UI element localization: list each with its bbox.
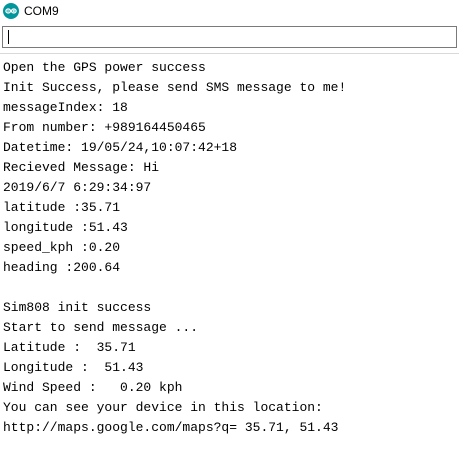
output-line: longitude :51.43 (3, 220, 128, 235)
output-line: messageIndex: 18 (3, 100, 128, 115)
output-line: Recieved Message: Hi (3, 160, 160, 175)
output-line: Open the GPS power success (3, 60, 206, 75)
output-line: http://maps.google.com/maps?q= 35.71, 51… (3, 420, 339, 435)
output-line: Start to send message ... (3, 320, 199, 335)
output-line: Wind Speed : 0.20 kph (3, 380, 183, 395)
output-line: From number: +989164450465 (3, 120, 206, 135)
output-line: Latitude : 35.71 (3, 340, 136, 355)
serial-monitor-window: COM9 Open the GPS power success Init Succ… (0, 0, 459, 459)
output-line (3, 278, 455, 298)
output-line: You can see your device in this location… (3, 400, 323, 415)
text-caret (8, 30, 9, 44)
output-line: Longitude : 51.43 (3, 360, 144, 375)
divider (0, 53, 459, 54)
serial-output: Open the GPS power success Init Success, … (3, 58, 455, 438)
output-line: Init Success, please send SMS message to… (3, 80, 347, 95)
arduino-logo-icon (3, 3, 19, 19)
serial-send-input[interactable] (2, 26, 457, 48)
output-line: heading :200.64 (3, 260, 121, 275)
output-line: speed_kph :0.20 (3, 240, 121, 255)
window-title: COM9 (24, 4, 59, 18)
output-line: latitude :35.71 (3, 200, 121, 215)
output-line: 2019/6/7 6:29:34:97 (3, 180, 152, 195)
title-bar: COM9 (0, 0, 459, 24)
output-line: Datetime: 19/05/24,10:07:42+18 (3, 140, 238, 155)
output-line: Sim808 init success (3, 300, 152, 315)
send-bar (0, 24, 459, 51)
